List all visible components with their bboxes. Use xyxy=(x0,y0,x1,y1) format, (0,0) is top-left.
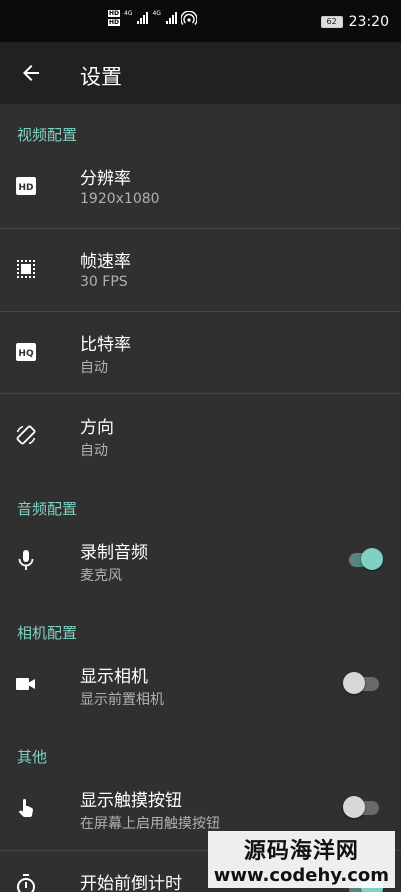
arrow-left-icon[interactable] xyxy=(19,61,43,85)
section-header-other: 其他 xyxy=(17,748,48,766)
svg-text:HQ: HQ xyxy=(18,349,34,359)
status-bar: HD HD 4G 4G 62 23:20 xyxy=(0,0,401,42)
setting-title: 帧速率 xyxy=(80,252,131,272)
battery-indicator: 62 xyxy=(320,16,343,28)
watermark-url: www.codehy.com xyxy=(213,865,389,886)
setting-bitrate[interactable]: HQ 比特率 自动 xyxy=(0,312,401,394)
setting-title: 比特率 xyxy=(80,335,131,355)
toggle-knob xyxy=(343,672,365,694)
watermark: 源码海洋网 www.codehy.com xyxy=(207,831,395,888)
setting-framerate[interactable]: 帧速率 30 FPS xyxy=(0,229,401,311)
page-title: 设置 xyxy=(80,65,122,89)
setting-title: 分辨率 xyxy=(80,169,131,189)
setting-value: 自动 xyxy=(80,443,108,459)
videocam-icon xyxy=(16,678,35,690)
hd-icon: HD xyxy=(16,177,36,195)
divider xyxy=(0,393,401,394)
hd-icon: HD xyxy=(108,10,121,17)
setting-title: 显示相机 xyxy=(80,667,148,687)
record-audio-toggle[interactable] xyxy=(343,546,383,572)
frame-icon xyxy=(17,260,35,278)
network-type-2: 4G xyxy=(152,10,161,17)
watermark-title: 源码海洋网 xyxy=(243,839,359,864)
setting-value: 显示前置相机 xyxy=(80,692,164,708)
setting-value: 30 FPS xyxy=(80,274,128,290)
show-camera-toggle[interactable] xyxy=(343,670,383,696)
signal-icon xyxy=(137,12,149,24)
setting-title: 显示触摸按钮 xyxy=(80,791,182,811)
hotspot-icon xyxy=(180,11,197,25)
touch-button-toggle[interactable] xyxy=(343,794,383,820)
svg-text:HD: HD xyxy=(18,183,33,193)
hd-icon: HD xyxy=(108,19,121,26)
setting-record-audio[interactable]: 录制音频 麦克风 xyxy=(0,520,401,602)
toggle-knob xyxy=(343,796,365,818)
screen-rotation-icon xyxy=(16,425,36,445)
section-header-camera: 相机配置 xyxy=(17,624,78,642)
setting-value: 自动 xyxy=(80,360,108,376)
setting-value: 1920x1080 xyxy=(80,191,160,207)
setting-value: 在屏幕上启用触摸按钮 xyxy=(80,816,220,832)
toggle-knob xyxy=(361,548,383,570)
hq-icon: HQ xyxy=(16,343,36,361)
status-time: 23:20 xyxy=(348,14,389,30)
setting-value: 麦克风 xyxy=(80,568,122,584)
setting-title: 方向 xyxy=(80,418,114,438)
section-header-audio: 音频配置 xyxy=(17,500,78,518)
setting-show-camera[interactable]: 显示相机 显示前置相机 xyxy=(0,644,401,726)
network-type-1: 4G xyxy=(124,10,133,17)
setting-title: 开始前倒计时 xyxy=(80,874,182,892)
setting-orientation[interactable]: 方向 自动 xyxy=(0,395,401,477)
signal-icon xyxy=(165,12,177,24)
touch-icon xyxy=(18,799,33,818)
app-bar: 设置 xyxy=(0,42,401,104)
status-icons: HD HD 4G 4G xyxy=(108,10,197,26)
timer-icon xyxy=(17,874,35,892)
section-header-video: 视频配置 xyxy=(17,126,78,144)
setting-title: 录制音频 xyxy=(80,543,148,563)
microphone-icon xyxy=(18,550,34,570)
setting-resolution[interactable]: HD 分辨率 1920x1080 xyxy=(0,146,401,228)
